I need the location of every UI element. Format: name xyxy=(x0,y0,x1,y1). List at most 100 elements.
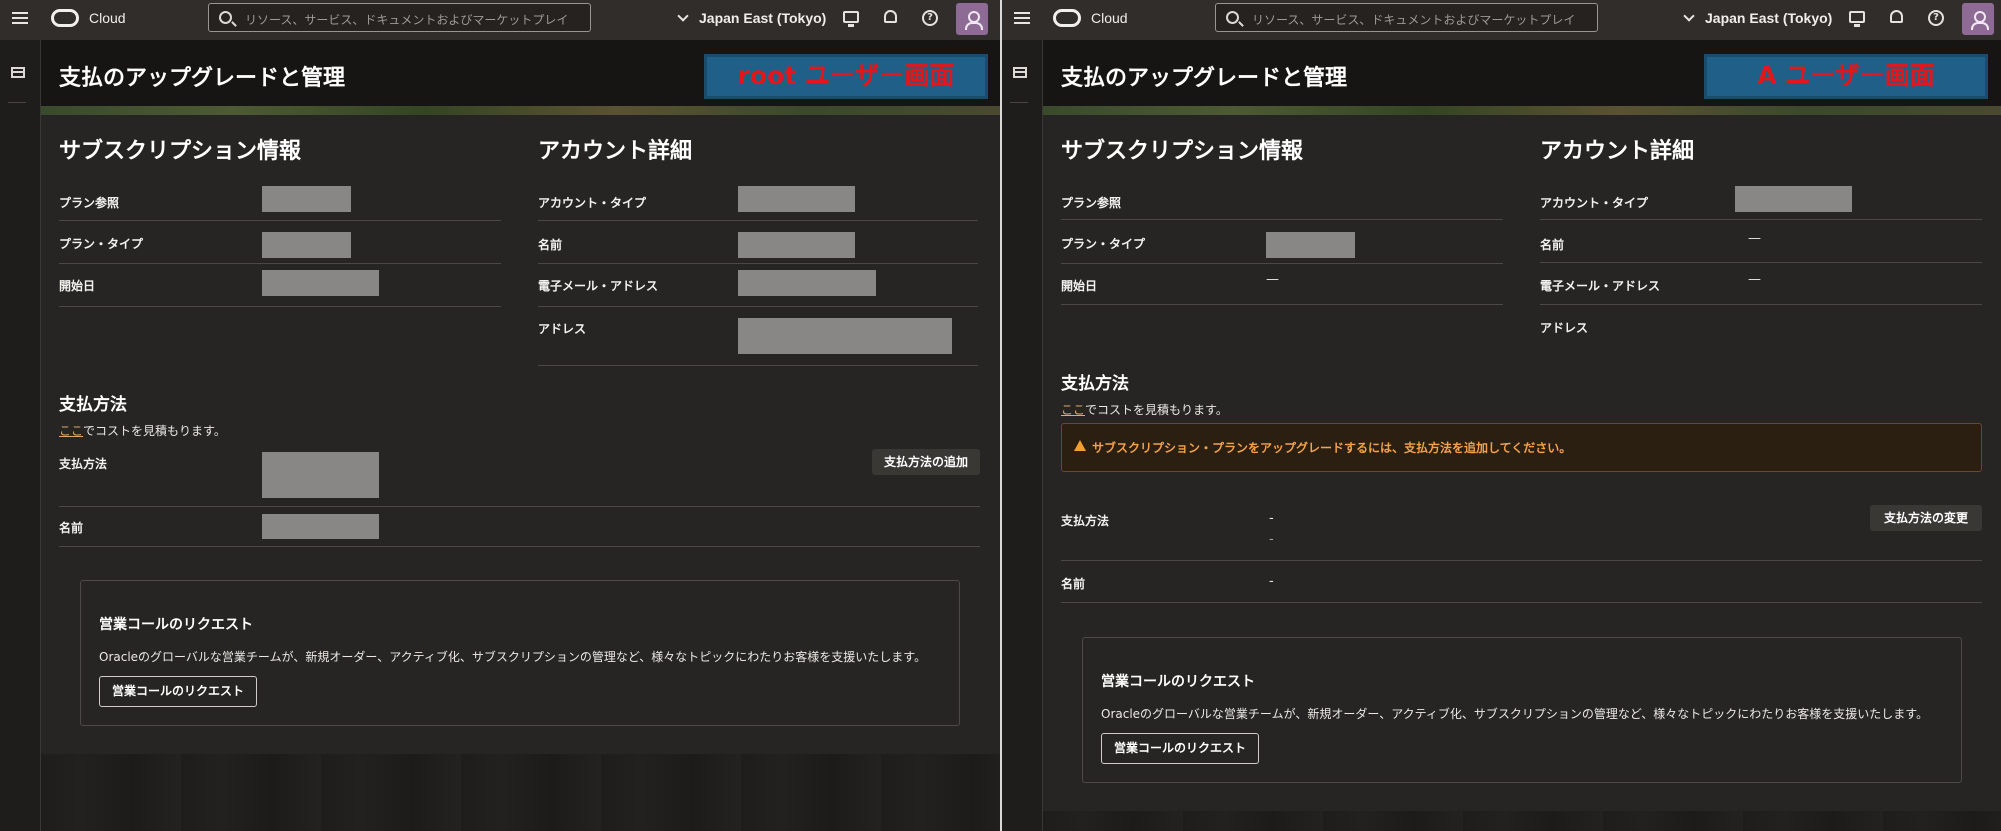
address-label: アドレス xyxy=(538,322,587,336)
account-type-redacted xyxy=(738,186,855,212)
account-name-label: 名前 xyxy=(1540,238,1565,252)
region-selector[interactable]: Japan East (Tokyo) xyxy=(1683,10,1832,26)
screen-label-banner: A ユーザー画面 xyxy=(1704,54,1988,99)
user-avatar[interactable] xyxy=(1962,3,1994,35)
search-placeholder: リソース、サービス、ドキュメントおよびマーケットプレイ xyxy=(245,13,569,27)
estimate-cost-link[interactable]: ここ xyxy=(1061,403,1085,417)
payment-name-redacted xyxy=(262,514,379,539)
payment-name-label: 名前 xyxy=(1061,577,1086,591)
payment-method-value: - xyxy=(1269,511,1274,526)
chevron-down-icon xyxy=(677,10,689,22)
page-title: 支払のアップグレードと管理 xyxy=(1061,66,1348,91)
top-bar: Cloud リソース、サービス、ドキュメントおよびマーケットプレイ Japan … xyxy=(0,0,1000,40)
email-redacted xyxy=(738,270,876,296)
upgrade-warning-banner: サブスクリプション・プランをアップグレードするには、支払方法を追加してください。 xyxy=(1061,423,1982,472)
divider xyxy=(59,220,501,221)
plan-type-redacted xyxy=(1266,232,1355,258)
change-payment-method-button[interactable]: 支払方法の変更 xyxy=(1870,505,1982,531)
page-header: 支払のアップグレードと管理 A ユーザー画面 xyxy=(1043,40,2001,106)
estimate-cost-rest: でコストを見積もります。 xyxy=(1085,403,1228,417)
cloud-shell-icon[interactable] xyxy=(1849,11,1865,27)
left-rail xyxy=(0,40,41,831)
user-avatar[interactable] xyxy=(956,3,988,35)
page-header: 支払のアップグレードと管理 root ユーザー画面 xyxy=(41,40,1000,106)
divider xyxy=(59,306,501,307)
hamburger-menu-icon[interactable] xyxy=(12,9,30,29)
divider xyxy=(538,306,978,307)
panel-icon[interactable] xyxy=(1013,67,1027,78)
plan-type-label: プラン・タイプ xyxy=(59,237,144,251)
rail-divider xyxy=(8,102,26,103)
add-payment-method-button[interactable]: 支払方法の追加 xyxy=(872,449,980,475)
plan-type-redacted xyxy=(262,232,351,258)
help-icon[interactable]: ? xyxy=(1928,10,1944,26)
search-icon xyxy=(1226,11,1239,24)
sales-call-title: 営業コールのリクエスト xyxy=(99,617,253,633)
start-date-value: — xyxy=(1266,272,1279,287)
divider xyxy=(1061,219,1503,220)
footer-background xyxy=(41,754,1000,831)
oracle-logo-icon[interactable] xyxy=(51,9,79,27)
divider xyxy=(1061,263,1503,264)
search-input[interactable]: リソース、サービス、ドキュメントおよびマーケットプレイ xyxy=(1215,3,1598,32)
search-input[interactable]: リソース、サービス、ドキュメントおよびマーケットプレイ xyxy=(208,3,591,32)
estimate-cost-link[interactable]: ここ xyxy=(59,424,83,438)
account-type-label: アカウント・タイプ xyxy=(538,196,647,210)
request-sales-call-button[interactable]: 営業コールのリクエスト xyxy=(1101,733,1260,764)
warning-message: サブスクリプション・プランをアップグレードするには、支払方法を追加してください。 xyxy=(1092,441,1572,455)
estimate-cost-text: ここでコストを見積もります。 xyxy=(1061,401,1228,418)
divider xyxy=(538,263,978,264)
divider xyxy=(59,506,980,507)
subscription-title: サブスクリプション情報 xyxy=(59,139,302,164)
main-content: サブスクリプション情報 プラン参照 プラン・タイプ 開始日 — アカウント詳細 … xyxy=(1043,115,2001,811)
estimate-cost-text: ここでコストを見積もります。 xyxy=(59,422,226,439)
screen-label-banner: root ユーザー画面 xyxy=(704,54,988,99)
pane-a-user: Cloud リソース、サービス、ドキュメントおよびマーケットプレイ Japan … xyxy=(1000,0,2001,831)
hamburger-menu-icon[interactable] xyxy=(1014,9,1032,29)
divider xyxy=(538,365,978,366)
notifications-bell-icon[interactable] xyxy=(1890,10,1903,23)
request-sales-call-button[interactable]: 営業コールのリクエスト xyxy=(99,676,258,707)
divider xyxy=(1061,560,1982,561)
plan-reference-redacted xyxy=(262,186,351,212)
plan-type-label: プラン・タイプ xyxy=(1061,237,1146,251)
left-rail xyxy=(1002,40,1043,831)
account-title: アカウント詳細 xyxy=(538,139,693,164)
account-title: アカウント詳細 xyxy=(1540,139,1695,164)
header-texture xyxy=(1043,106,2001,115)
divider xyxy=(1540,219,1982,220)
region-selector[interactable]: Japan East (Tokyo) xyxy=(677,10,827,26)
payment-name-value: - xyxy=(1269,574,1274,589)
oracle-logo-icon[interactable] xyxy=(1053,9,1081,27)
region-label: Japan East (Tokyo) xyxy=(699,10,827,26)
divider xyxy=(59,263,501,264)
email-value: — xyxy=(1748,272,1761,287)
header-texture xyxy=(41,106,1000,115)
logo-text[interactable]: Cloud xyxy=(89,10,126,26)
divider xyxy=(59,546,980,547)
chevron-down-icon xyxy=(1683,10,1695,22)
plan-reference-label: プラン参照 xyxy=(1061,196,1122,210)
divider xyxy=(1061,304,1503,305)
payment-method-value-2: - xyxy=(1269,532,1274,547)
panel-icon[interactable] xyxy=(11,67,25,78)
page-title: 支払のアップグレードと管理 xyxy=(59,66,346,91)
sales-call-description: Oracleのグローバルな営業チームが、新規オーダー、アクティブ化、サブスクリプ… xyxy=(1101,707,1929,721)
email-label: 電子メール・アドレス xyxy=(1540,279,1661,293)
start-date-label: 開始日 xyxy=(59,279,96,293)
divider xyxy=(538,220,978,221)
pane-root-user: Cloud リソース、サービス、ドキュメントおよびマーケットプレイ Japan … xyxy=(0,0,1000,831)
sales-call-title: 営業コールのリクエスト xyxy=(1101,674,1255,690)
cloud-shell-icon[interactable] xyxy=(843,11,859,27)
rail-divider xyxy=(1010,102,1028,103)
logo-text[interactable]: Cloud xyxy=(1091,10,1128,26)
payment-title: 支払方法 xyxy=(59,395,127,415)
account-type-redacted xyxy=(1735,186,1852,212)
payment-method-label: 支払方法 xyxy=(1061,514,1110,528)
search-icon xyxy=(219,11,232,24)
payment-method-redacted xyxy=(262,452,379,498)
help-icon[interactable]: ? xyxy=(922,10,938,26)
notifications-bell-icon[interactable] xyxy=(884,10,897,23)
address-label: アドレス xyxy=(1540,321,1589,335)
sales-call-description: Oracleのグローバルな営業チームが、新規オーダー、アクティブ化、サブスクリプ… xyxy=(99,650,927,664)
